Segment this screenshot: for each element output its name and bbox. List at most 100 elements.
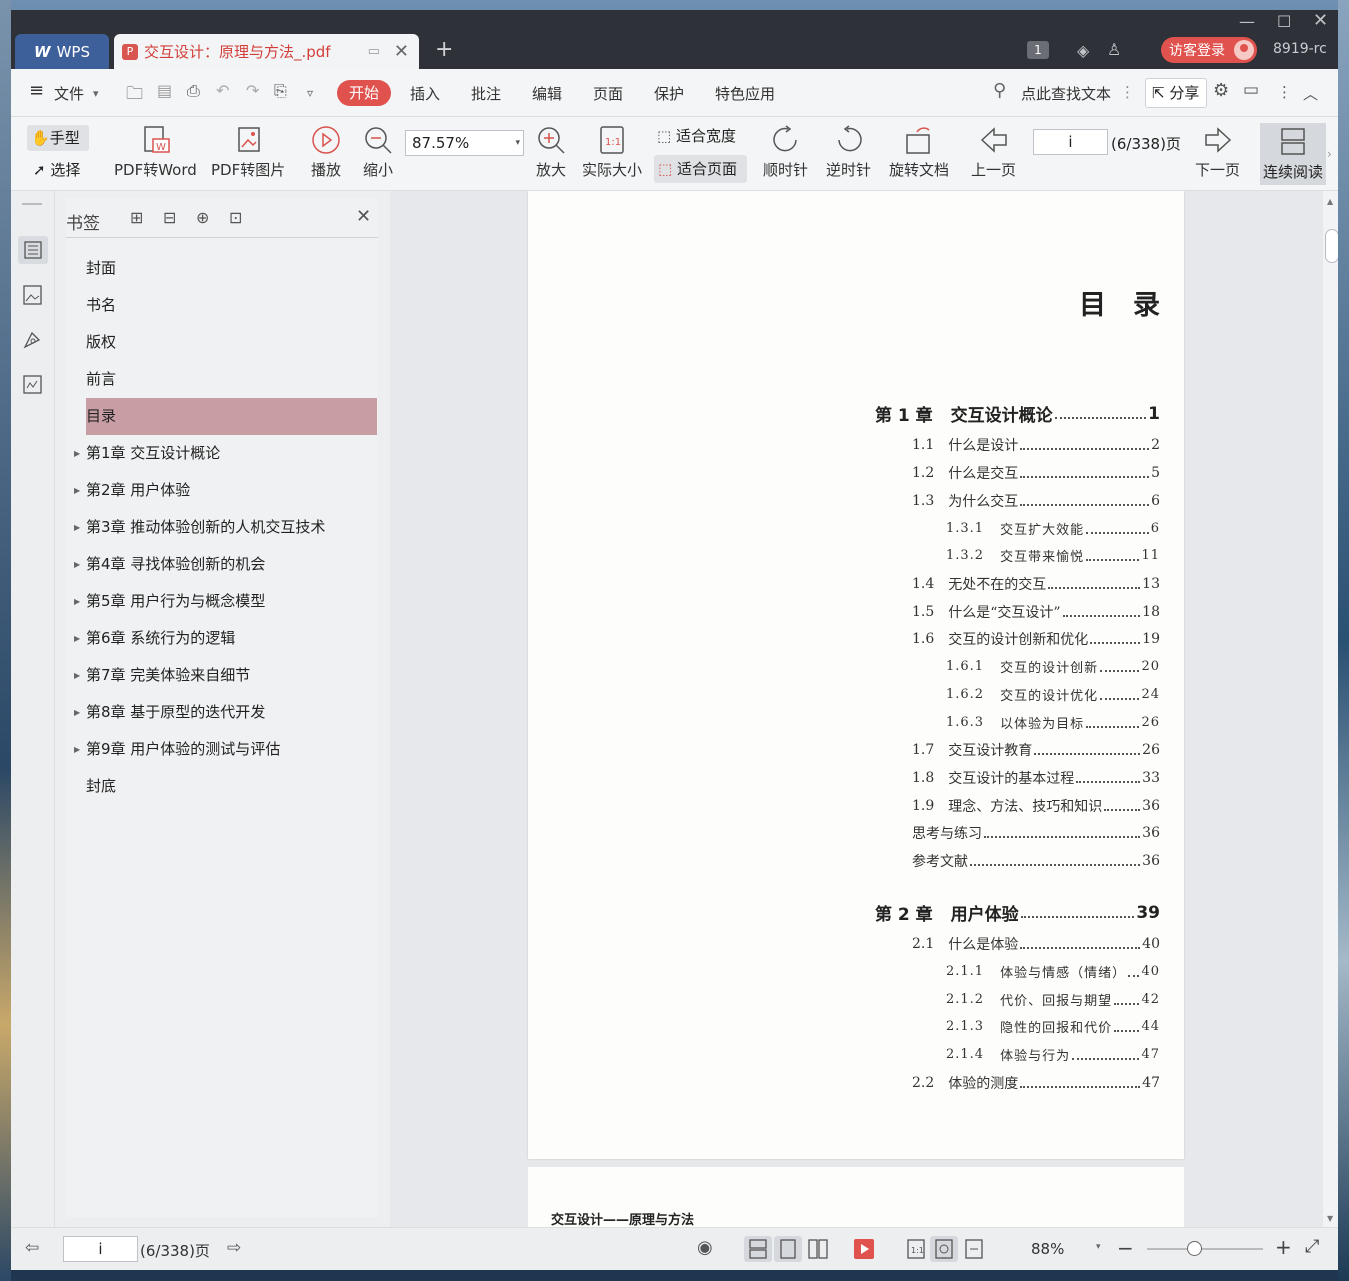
toc-entry[interactable]: 1.6 交互的设计创新和优化 19 (912, 629, 1160, 649)
toc-entry[interactable]: 1.4 无处不在的交互 13 (912, 574, 1160, 594)
maximize-icon[interactable]: ☐ (1277, 12, 1291, 31)
scroll-down-icon[interactable]: ▼ (1327, 1214, 1333, 1223)
bookmark-item[interactable]: ▶ 第3章 推动体验创新的人机交互技术 (74, 509, 377, 546)
zoom-out-button[interactable]: 缩小 (362, 125, 394, 180)
more-quick-icon[interactable]: ▿ (307, 86, 313, 100)
zoom-slider-thumb[interactable] (1187, 1241, 1202, 1256)
menu-edit[interactable]: 编辑 (532, 83, 562, 104)
bookmark-item[interactable]: ▶ 第2章 用户体验 (74, 472, 377, 509)
dual-page-view-button[interactable] (804, 1236, 832, 1262)
chevron-down-icon[interactable]: ▾ (93, 87, 99, 100)
bookmark-item[interactable]: 版权 (86, 324, 377, 361)
window-count-badge[interactable]: 1 (1027, 41, 1049, 59)
status-fit-page-button[interactable] (930, 1236, 958, 1262)
toc-entry[interactable]: 2.1.2 代价、回报与期望 42 (946, 990, 1160, 1009)
expand-arrow-icon[interactable]: ▶ (74, 435, 80, 472)
menu-file[interactable]: 文件 (54, 83, 84, 104)
gear-icon[interactable]: ⚙ (1213, 80, 1229, 101)
vertical-scrollbar[interactable]: ▲ ▼ (1323, 191, 1338, 1227)
fullscreen-icon[interactable]: ⤢ (1305, 1236, 1319, 1257)
bookmark-item[interactable]: ▶ 第8章 基于原型的迭代开发 (74, 694, 377, 731)
scroll-thumb[interactable] (1325, 229, 1338, 263)
pdf-to-word-button[interactable]: W PDF转Word (114, 125, 197, 180)
share-button[interactable]: ⇱ 分享 (1145, 78, 1207, 108)
expand-arrow-icon[interactable]: ▶ (74, 546, 80, 583)
toc-entry[interactable]: 1.8 交互设计的基本过程 33 (912, 768, 1160, 788)
collapse-ribbon-icon[interactable]: ︿ (1303, 83, 1318, 104)
hamburger-icon[interactable]: ≡ (29, 80, 44, 101)
status-prev-page-icon[interactable]: ⇦ (25, 1238, 39, 1258)
zoom-dropdown-icon[interactable]: ▾ (1096, 1242, 1101, 1252)
toc-entry[interactable]: 1.2 什么是交互 5 (912, 463, 1160, 483)
toc-entry[interactable]: 1.6.1 交互的设计创新 20 (946, 657, 1160, 676)
bookmark-item[interactable]: ▶ 第5章 用户行为与概念模型 (74, 583, 377, 620)
toc-entry[interactable]: 2.1 什么是体验 40 (912, 934, 1160, 954)
toc-entry[interactable]: 思考与练习 36 (912, 823, 1160, 843)
redo-icon[interactable]: ↷ (246, 81, 259, 100)
zoom-plus-icon[interactable]: + (1275, 1235, 1292, 1259)
wps-home-tab[interactable]: W WPS (15, 34, 109, 69)
more-options-icon[interactable]: ⋮ (1277, 83, 1292, 101)
actual-size-button[interactable]: 1:1 实际大小 (582, 125, 642, 180)
thumbnail-panel-button[interactable] (18, 281, 48, 309)
toc-entry[interactable]: 1.6.3 以体验为目标 26 (946, 713, 1160, 732)
status-actual-size-button[interactable]: 1:1 (902, 1236, 930, 1262)
signature-panel-button[interactable] (18, 326, 48, 354)
login-button[interactable]: 访客登录 (1161, 37, 1257, 63)
continuous-reading-button[interactable]: 连续阅读 (1260, 123, 1326, 185)
select-tool-button[interactable]: ➚ 选择 (33, 159, 80, 180)
zoom-in-button[interactable]: 放大 (535, 125, 567, 180)
toc-entry[interactable]: 1.3.2 交互带来愉悦 11 (946, 546, 1160, 565)
bookmark-item[interactable]: ▶ 第9章 用户体验的测试与评估 (74, 731, 377, 768)
skin-icon[interactable]: ◈ (1077, 41, 1089, 60)
pdf-to-image-button[interactable]: PDF转图片 (211, 125, 285, 180)
add-bookmark-icon[interactable]: ⊕ (196, 208, 209, 227)
search-icon[interactable]: ⚲ (993, 80, 1006, 101)
collapse-all-icon[interactable]: ⊟ (163, 208, 176, 227)
menu-insert[interactable]: 插入 (410, 83, 440, 104)
toc-entry[interactable]: 2.1.3 隐性的回报和代价 44 (946, 1017, 1160, 1036)
rotate-counter-button[interactable]: 逆时针 (826, 125, 871, 180)
bookmark-item[interactable]: ▶ 第6章 系统行为的逻辑 (74, 620, 377, 657)
close-tab-icon[interactable]: ✕ (394, 41, 409, 62)
status-play-button[interactable] (854, 1239, 874, 1259)
new-tab-icon[interactable]: + (435, 39, 453, 61)
close-panel-icon[interactable]: ✕ (356, 206, 371, 227)
toc-entry[interactable]: 1.3.1 交互扩大效能 6 (946, 519, 1160, 538)
zoom-select[interactable]: 87.57% ▾ (405, 130, 524, 156)
menu-protect[interactable]: 保护 (654, 83, 684, 104)
status-fit-width-button[interactable] (960, 1236, 988, 1262)
page-number-input[interactable]: i (1033, 129, 1108, 155)
toc-entry[interactable]: 1.9 理念、方法、技巧和知识 36 (912, 796, 1160, 816)
print-icon[interactable]: ⎙ (187, 81, 200, 101)
expand-arrow-icon[interactable]: ▶ (74, 731, 80, 768)
bookmark-item[interactable]: 封底 (86, 768, 377, 805)
expand-arrow-icon[interactable]: ▶ (74, 620, 80, 657)
single-page-view-button[interactable] (744, 1236, 772, 1262)
minimize-icon[interactable]: — (1239, 12, 1255, 31)
expand-arrow-icon[interactable]: ▶ (74, 472, 80, 509)
export-icon[interactable]: ⎘ (274, 81, 287, 101)
toc-entry[interactable]: 2.2 体验的测度 47 (912, 1073, 1160, 1093)
toc-entry[interactable]: 第 1 章交互设计概论 1 (875, 401, 1160, 427)
zoom-minus-icon[interactable]: − (1117, 1236, 1134, 1260)
status-page-input[interactable]: i (63, 1236, 138, 1262)
toc-entry[interactable]: 1.3 为什么交互 6 (912, 491, 1160, 511)
annotation-panel-button[interactable] (18, 371, 48, 399)
toc-entry[interactable]: 2.1.4 体验与行为 47 (946, 1045, 1160, 1064)
shirt-icon[interactable]: ♙ (1107, 40, 1121, 59)
status-zoom-value[interactable]: 88% (1031, 1240, 1064, 1258)
bookmark-item[interactable]: ▶ 第7章 完美体验来自细节 (74, 657, 377, 694)
continuous-view-button[interactable] (774, 1236, 802, 1262)
menu-comment[interactable]: 批注 (471, 83, 501, 104)
hand-tool-button[interactable]: ✋手型 (27, 125, 89, 151)
fit-page-button[interactable]: ⬚ 适合页面 (654, 155, 747, 183)
monitor-icon[interactable]: ▭ (368, 44, 380, 59)
toc-entry[interactable]: 第 2 章用户体验 39 (875, 900, 1160, 926)
scroll-up-icon[interactable]: ▲ (1327, 197, 1333, 206)
more-vertical-icon[interactable]: ⋮ (1120, 83, 1135, 101)
menu-start[interactable]: 开始 (337, 80, 391, 106)
bookmark-item[interactable]: ▶ 第4章 寻找体验创新的机会 (74, 546, 377, 583)
status-next-page-icon[interactable]: ⇨ (227, 1238, 241, 1258)
undo-icon[interactable]: ↶ (216, 81, 229, 100)
